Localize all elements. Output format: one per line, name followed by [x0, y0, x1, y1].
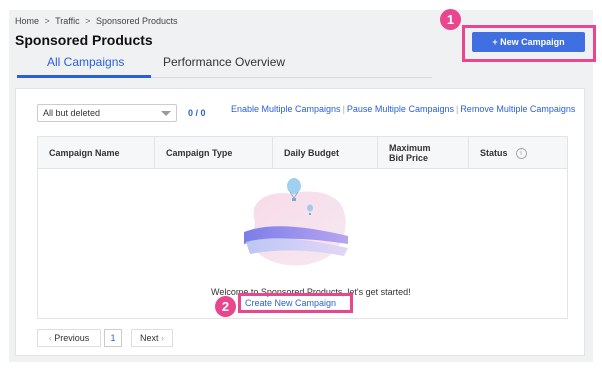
page-title: Sponsored Products	[15, 32, 153, 48]
chevron-down-icon	[161, 111, 171, 116]
breadcrumb-traffic[interactable]: Traffic	[55, 16, 80, 26]
column-header-maximum-bid-price[interactable]: Maximum Bid Price	[378, 137, 469, 169]
step-1-badge: 1	[440, 9, 461, 30]
status-filter-select[interactable]: All but deleted	[37, 104, 177, 122]
create-new-campaign-link[interactable]: Create New Campaign	[245, 298, 336, 308]
breadcrumb-home[interactable]: Home	[15, 16, 39, 26]
tab-performance-overview[interactable]: Performance Overview	[163, 55, 285, 69]
pause-multiple-campaigns-link[interactable]: Pause Multiple Campaigns	[347, 104, 454, 114]
next-label: Next	[139, 333, 159, 343]
tab-bar: All Campaigns Performance Overview	[17, 50, 432, 78]
column-header-campaign-name[interactable]: Campaign Name	[38, 137, 155, 169]
column-header-campaign-type[interactable]: Campaign Type	[155, 137, 273, 169]
new-campaign-button[interactable]: + New Campaign	[472, 32, 585, 52]
chevron-right-icon: ›	[161, 333, 165, 343]
enable-multiple-campaigns-link[interactable]: Enable Multiple Campaigns	[231, 104, 341, 114]
column-header-status[interactable]: Status i	[469, 137, 567, 169]
info-icon[interactable]: i	[515, 147, 527, 159]
selection-count: 0 / 0	[188, 108, 206, 118]
previous-page-button[interactable]: ‹ Previous	[37, 329, 101, 347]
bulk-actions: Enable Multiple Campaigns | Pause Multiple…	[231, 104, 575, 114]
breadcrumb-separator: >	[44, 16, 50, 26]
next-page-button[interactable]: Next ›	[131, 329, 173, 347]
remove-multiple-campaigns-link[interactable]: Remove Multiple Campaigns	[460, 104, 575, 114]
breadcrumb-current: Sponsored Products	[95, 16, 178, 26]
table-header: Campaign Name Campaign Type Daily Budget…	[38, 137, 567, 169]
tab-all-campaigns[interactable]: All Campaigns	[47, 55, 124, 69]
step-2-badge: 2	[215, 296, 236, 317]
divider: |	[342, 104, 345, 114]
empty-state-illustration	[244, 178, 348, 266]
column-header-daily-budget[interactable]: Daily Budget	[273, 137, 378, 169]
breadcrumb-separator: >	[85, 16, 91, 26]
page-number-button[interactable]: 1	[104, 329, 122, 347]
status-filter-value: All but deleted	[43, 108, 101, 118]
divider: |	[455, 104, 459, 114]
breadcrumb: Home > Traffic > Sponsored Products	[15, 16, 181, 26]
active-tab-indicator	[17, 75, 151, 78]
chevron-left-icon: ‹	[48, 333, 52, 343]
previous-label: Previous	[54, 333, 90, 343]
